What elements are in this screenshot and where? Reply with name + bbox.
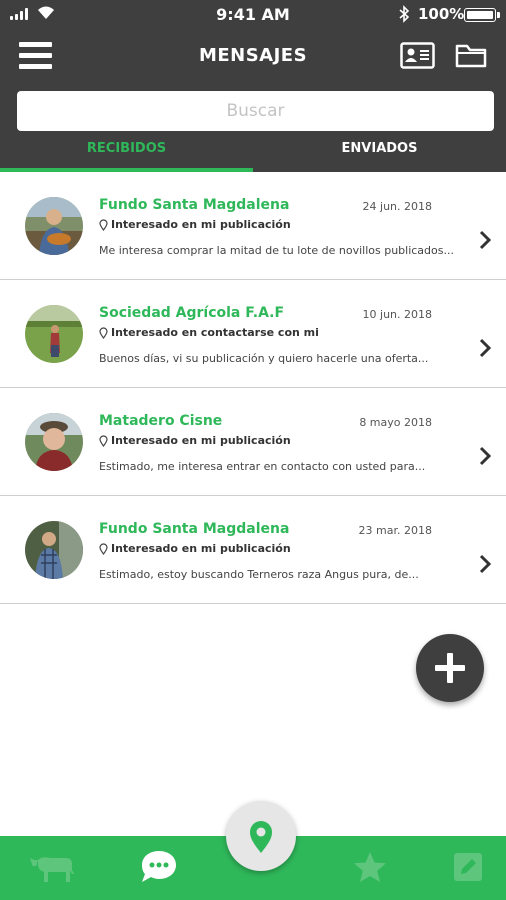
sender-name: Matadero Cisne <box>99 413 223 429</box>
map-pin-icon <box>250 821 272 853</box>
nav-edit-button[interactable] <box>453 852 483 886</box>
chevron-right-icon <box>479 230 492 250</box>
avatar <box>25 521 83 579</box>
interest-text: Interesado en mi publicación <box>111 434 291 447</box>
chevron-right-icon <box>479 446 492 466</box>
bluetooth-icon <box>399 5 410 23</box>
message-preview: Estimado, estoy buscando Terneros raza A… <box>99 568 419 581</box>
location-pin-icon <box>99 218 108 231</box>
chat-icon <box>142 851 176 882</box>
message-list: Fundo Santa Magdalena 24 jun. 2018 Inter… <box>0 172 506 604</box>
location-pin-icon <box>99 326 108 339</box>
interest-line: Interesado en mi publicación <box>99 218 291 231</box>
status-bar: 9:41 AM 100% <box>0 0 506 30</box>
folder-icon <box>455 44 487 68</box>
folder-button[interactable] <box>455 42 487 69</box>
nav-map-button[interactable] <box>226 801 296 871</box>
message-preview: Buenos días, vi su publicación y quiero … <box>99 352 429 365</box>
interest-line: Interesado en mi publicación <box>99 542 291 555</box>
app-header: 9:41 AM 100% MENSAJES RECIBIDOS ENVIADOS <box>0 0 506 172</box>
location-pin-icon <box>99 542 108 555</box>
location-pin-icon <box>99 434 108 447</box>
message-preview: Me interesa comprar la mitad de tu lote … <box>99 244 454 257</box>
message-date: 8 mayo 2018 <box>359 416 432 429</box>
nav-chat-button[interactable] <box>138 848 180 890</box>
interest-line: Interesado en contactarse con mi <box>99 326 319 339</box>
message-preview: Estimado, me interesa entrar en contacto… <box>99 460 426 473</box>
message-item[interactable]: Sociedad Agrícola F.A.F 10 jun. 2018 Int… <box>0 280 506 388</box>
contact-card-icon <box>400 42 435 69</box>
interest-line: Interesado en mi publicación <box>99 434 291 447</box>
nav-cow-button[interactable] <box>28 852 76 888</box>
search-input[interactable] <box>17 91 494 131</box>
message-date: 23 mar. 2018 <box>358 524 432 537</box>
interest-text: Interesado en mi publicación <box>111 218 291 231</box>
avatar <box>25 413 83 471</box>
edit-icon <box>454 853 482 881</box>
interest-text: Interesado en contactarse con mi <box>111 326 319 339</box>
new-message-button[interactable] <box>416 634 484 702</box>
nav-favorites-button[interactable] <box>352 850 388 888</box>
battery-icon <box>464 8 500 22</box>
contact-card-button[interactable] <box>400 42 435 69</box>
sender-name: Fundo Santa Magdalena <box>99 521 290 537</box>
message-date: 10 jun. 2018 <box>362 308 432 321</box>
avatar <box>25 305 83 363</box>
chevron-right-icon <box>479 554 492 574</box>
message-item[interactable]: Fundo Santa Magdalena 23 mar. 2018 Inter… <box>0 496 506 604</box>
sender-name: Fundo Santa Magdalena <box>99 197 290 213</box>
interest-text: Interesado en mi publicación <box>111 542 291 555</box>
chevron-right-icon <box>479 338 492 358</box>
battery-percent: 100% <box>418 5 465 23</box>
message-date: 24 jun. 2018 <box>362 200 432 213</box>
star-icon <box>354 852 386 882</box>
cow-icon <box>30 857 74 882</box>
tab-enviados[interactable]: ENVIADOS <box>253 141 506 172</box>
avatar <box>25 197 83 255</box>
message-item[interactable]: Fundo Santa Magdalena 24 jun. 2018 Inter… <box>0 172 506 280</box>
message-item[interactable]: Matadero Cisne 8 mayo 2018 Interesado en… <box>0 388 506 496</box>
sender-name: Sociedad Agrícola F.A.F <box>99 305 285 321</box>
